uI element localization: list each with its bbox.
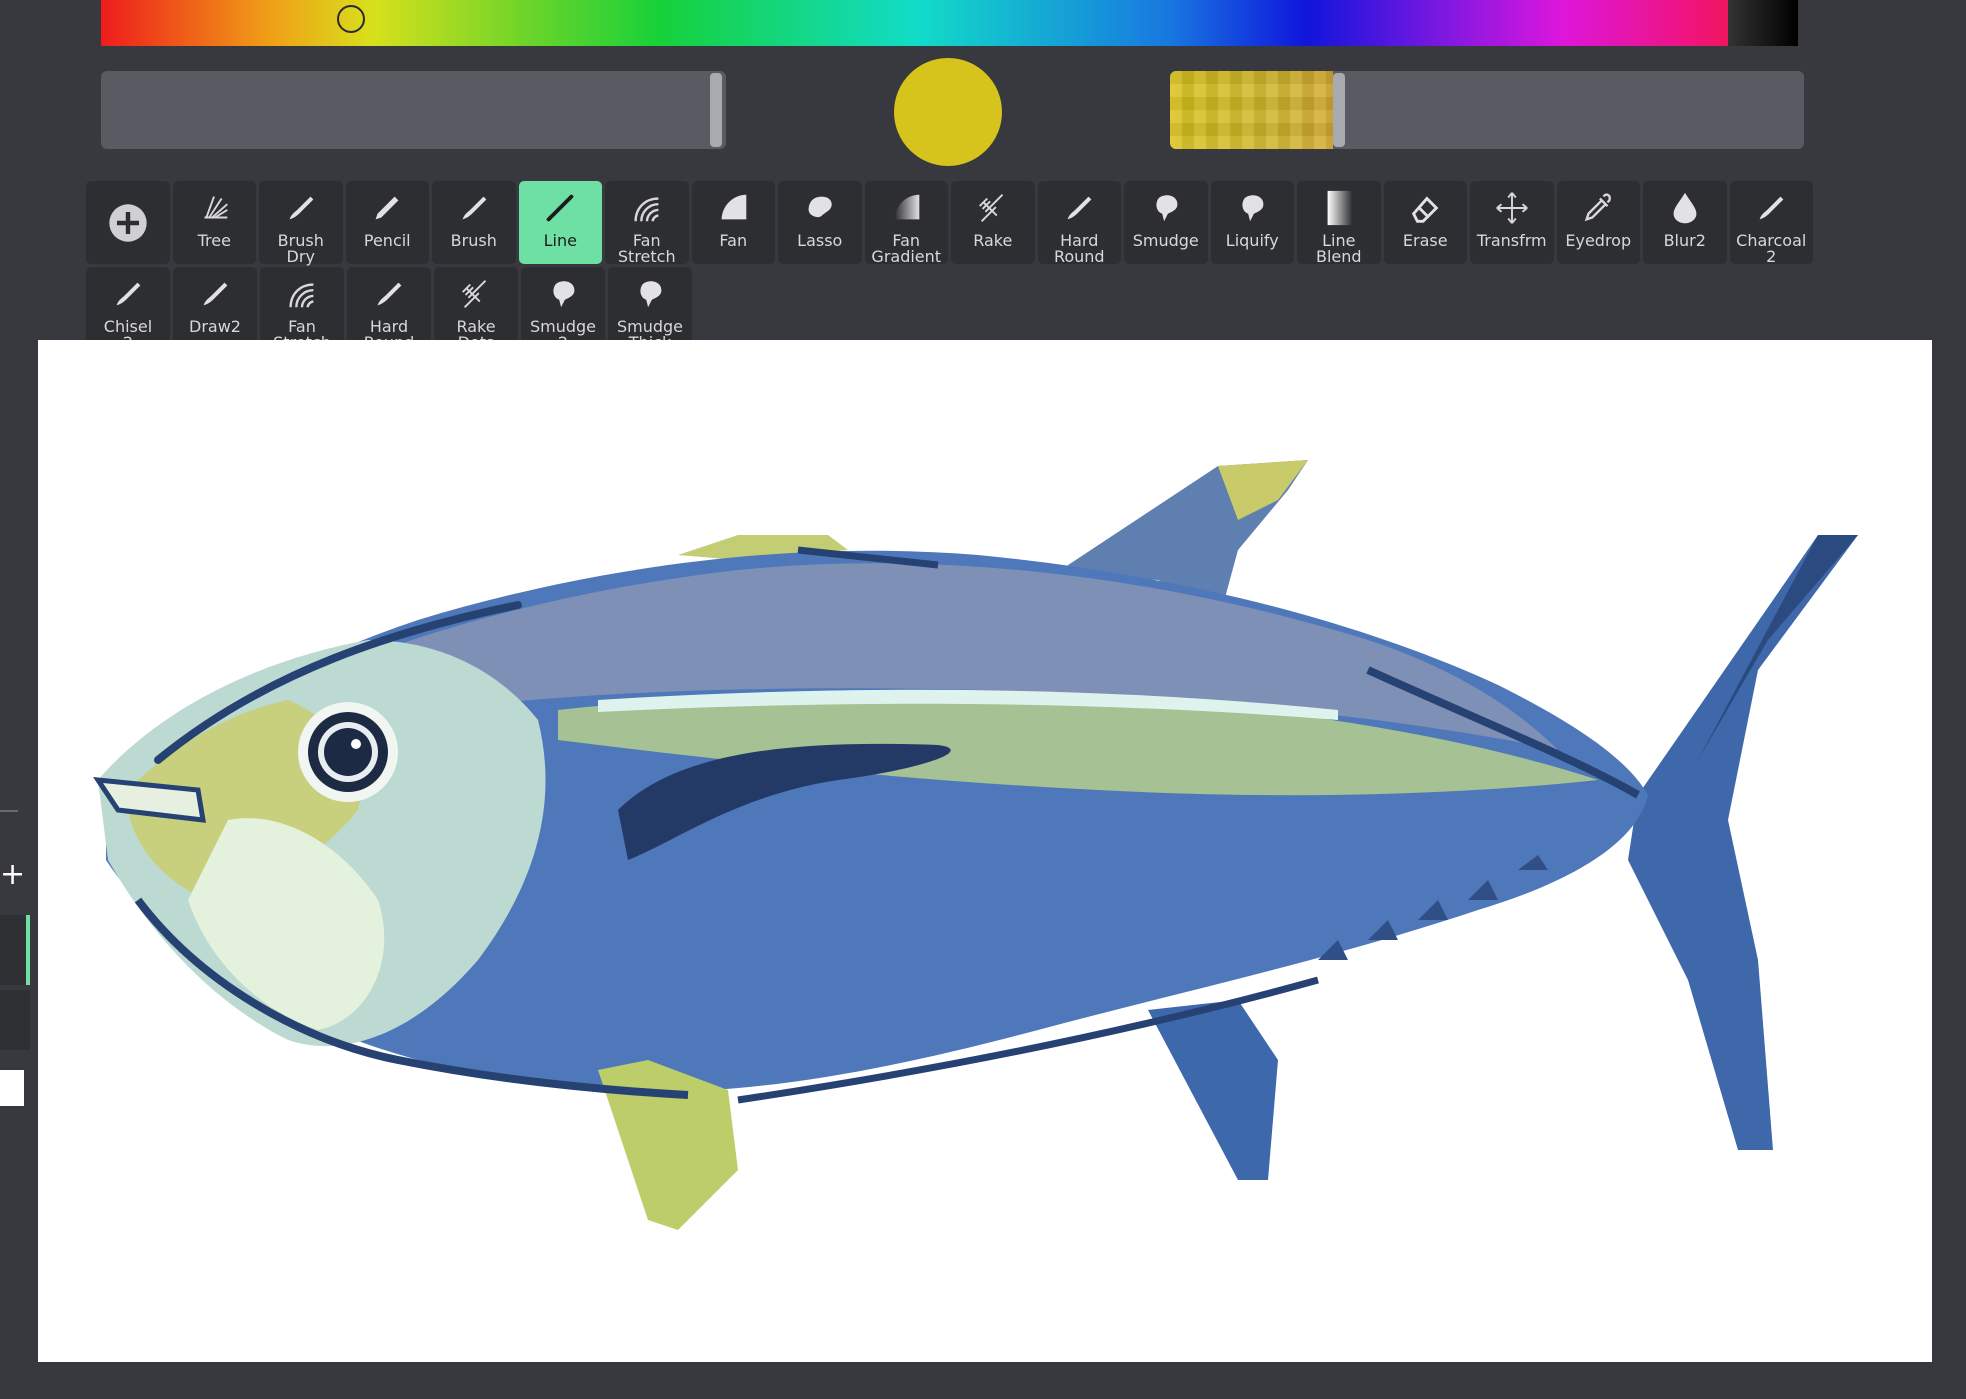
tool-label: Eyedrop <box>1565 231 1632 250</box>
layer-selected-indicator <box>26 915 30 985</box>
tool-label: Lasso <box>797 231 843 250</box>
tool-fan-gradient[interactable]: Fan Gradient <box>864 181 948 266</box>
blur-icon <box>1666 189 1704 231</box>
tool-smudge-2[interactable]: Smudge 2 <box>521 267 605 351</box>
tool-draw2[interactable]: Draw2 <box>173 267 257 350</box>
tool-pencil[interactable]: Pencil <box>345 181 429 264</box>
tool-label: Pencil <box>363 231 411 250</box>
brush-opacity-handle[interactable] <box>1333 73 1345 147</box>
layer-thumb-background[interactable] <box>0 1070 24 1106</box>
add-tool-button[interactable] <box>86 181 170 264</box>
brush-opacity-slider[interactable] <box>1170 71 1804 149</box>
hue-bar-dark-end[interactable] <box>1728 0 1798 46</box>
tool-rake-dots-2[interactable]: Rake Dots 2 <box>434 267 518 367</box>
brush-size-handle[interactable] <box>710 73 722 147</box>
eyedropper-icon <box>1579 189 1617 231</box>
tool-label: Rake <box>973 231 1013 250</box>
tool-fan[interactable]: Fan <box>691 181 775 264</box>
tool-label: Tree <box>197 231 231 250</box>
brush-size-slider[interactable] <box>101 71 726 149</box>
rake-icon <box>457 275 495 317</box>
opacity-fill <box>1170 71 1333 149</box>
tool-charcoal-2[interactable]: Charcoal 2 <box>1729 181 1813 266</box>
tool-eyedrop[interactable]: Eyedrop <box>1556 181 1640 264</box>
drawing-canvas[interactable] <box>38 340 1932 1362</box>
tool-line-blend[interactable]: Line Blend <box>1297 181 1381 266</box>
layer-thumb-drawing[interactable] <box>0 990 30 1050</box>
brush-icon <box>109 275 147 317</box>
tool-brush[interactable]: Brush <box>432 181 516 264</box>
tool-label: Hard Round <box>1053 231 1105 266</box>
eraser-icon <box>1406 189 1444 231</box>
tool-fan-stretch[interactable]: Fan Stretch <box>605 181 689 266</box>
tool-row-1: Tree Brush Dry Pencil Brush Line Fan Stretch F… <box>86 181 1816 266</box>
current-color-swatch[interactable] <box>894 58 1002 166</box>
smudge-icon <box>544 275 582 317</box>
tool-hard-round[interactable]: Hard Round <box>1037 181 1121 266</box>
tool-rake[interactable]: Rake <box>951 181 1035 264</box>
tool-label: Draw2 <box>189 317 241 336</box>
fan-stretch-icon <box>283 275 321 317</box>
tool-row-2: Chisel 2 Draw2 Fan Stretch 2Hard Round 2Ra… <box>86 267 695 367</box>
brush-icon <box>1060 189 1098 231</box>
liquify-icon <box>1233 189 1271 231</box>
tool-hard-round-2[interactable]: Hard Round 2 <box>347 267 431 367</box>
tool-label: Line Blend <box>1315 231 1362 266</box>
tool-label: Erase <box>1402 231 1448 250</box>
smudge-icon <box>1147 189 1185 231</box>
tool-label: Smudge <box>1132 231 1199 250</box>
tool-lasso[interactable]: Lasso <box>778 181 862 264</box>
tool-smudge-thick-2[interactable]: Smudge Thick 2 <box>608 267 692 367</box>
rake-icon <box>974 189 1012 231</box>
line-blend-icon <box>1320 189 1358 231</box>
tool-chisel-2[interactable]: Chisel 2 <box>86 267 170 351</box>
transform-icon <box>1493 189 1531 231</box>
brush-icon <box>1752 189 1790 231</box>
tool-blur2[interactable]: Blur2 <box>1643 181 1727 264</box>
fan-icon <box>714 189 752 231</box>
smudge-icon <box>631 275 669 317</box>
layer-thumb-selected[interactable] <box>0 915 30 985</box>
brush-icon <box>196 275 234 317</box>
fan-gradient-icon <box>887 189 925 231</box>
brush-icon <box>455 189 493 231</box>
tool-label: Blur2 <box>1663 231 1706 250</box>
tool-tree[interactable]: Tree <box>172 181 256 264</box>
tool-line[interactable]: Line <box>518 181 602 264</box>
tool-erase[interactable]: Erase <box>1383 181 1467 264</box>
add-icon <box>106 201 150 245</box>
fan-stretch-icon <box>628 189 666 231</box>
tool-palette: Tree Brush Dry Pencil Brush Line Fan Stretch F… <box>86 181 1816 367</box>
tool-label: Fan Stretch <box>617 231 676 266</box>
tool-label: Charcoal 2 <box>1736 231 1807 266</box>
tuna-drawing <box>92 460 1858 1230</box>
tool-liquify[interactable]: Liquify <box>1210 181 1294 264</box>
hue-handle[interactable] <box>337 5 365 33</box>
tool-label: Brush <box>450 231 497 250</box>
tool-label: Fan <box>719 231 748 250</box>
tool-label: Liquify <box>1225 231 1279 250</box>
tree-brush-icon <box>195 189 233 231</box>
tool-label: Fan Gradient <box>871 231 942 266</box>
lasso-icon <box>801 189 839 231</box>
tool-label: Brush Dry <box>277 231 324 266</box>
tool-label: Line <box>543 231 577 250</box>
divider <box>0 810 18 812</box>
tool-fan-stretch-2[interactable]: Fan Stretch 2 <box>260 267 344 367</box>
tool-brush-dry[interactable]: Brush Dry <box>259 181 343 266</box>
tool-smudge[interactable]: Smudge <box>1124 181 1208 264</box>
pencil-icon <box>368 189 406 231</box>
add-layer-icon[interactable]: + <box>0 855 30 895</box>
tool-label: Transfrm <box>1476 231 1547 250</box>
brush-icon <box>370 275 408 317</box>
brush-icon <box>282 189 320 231</box>
tool-transfrm[interactable]: Transfrm <box>1470 181 1554 264</box>
line-icon <box>541 189 579 231</box>
